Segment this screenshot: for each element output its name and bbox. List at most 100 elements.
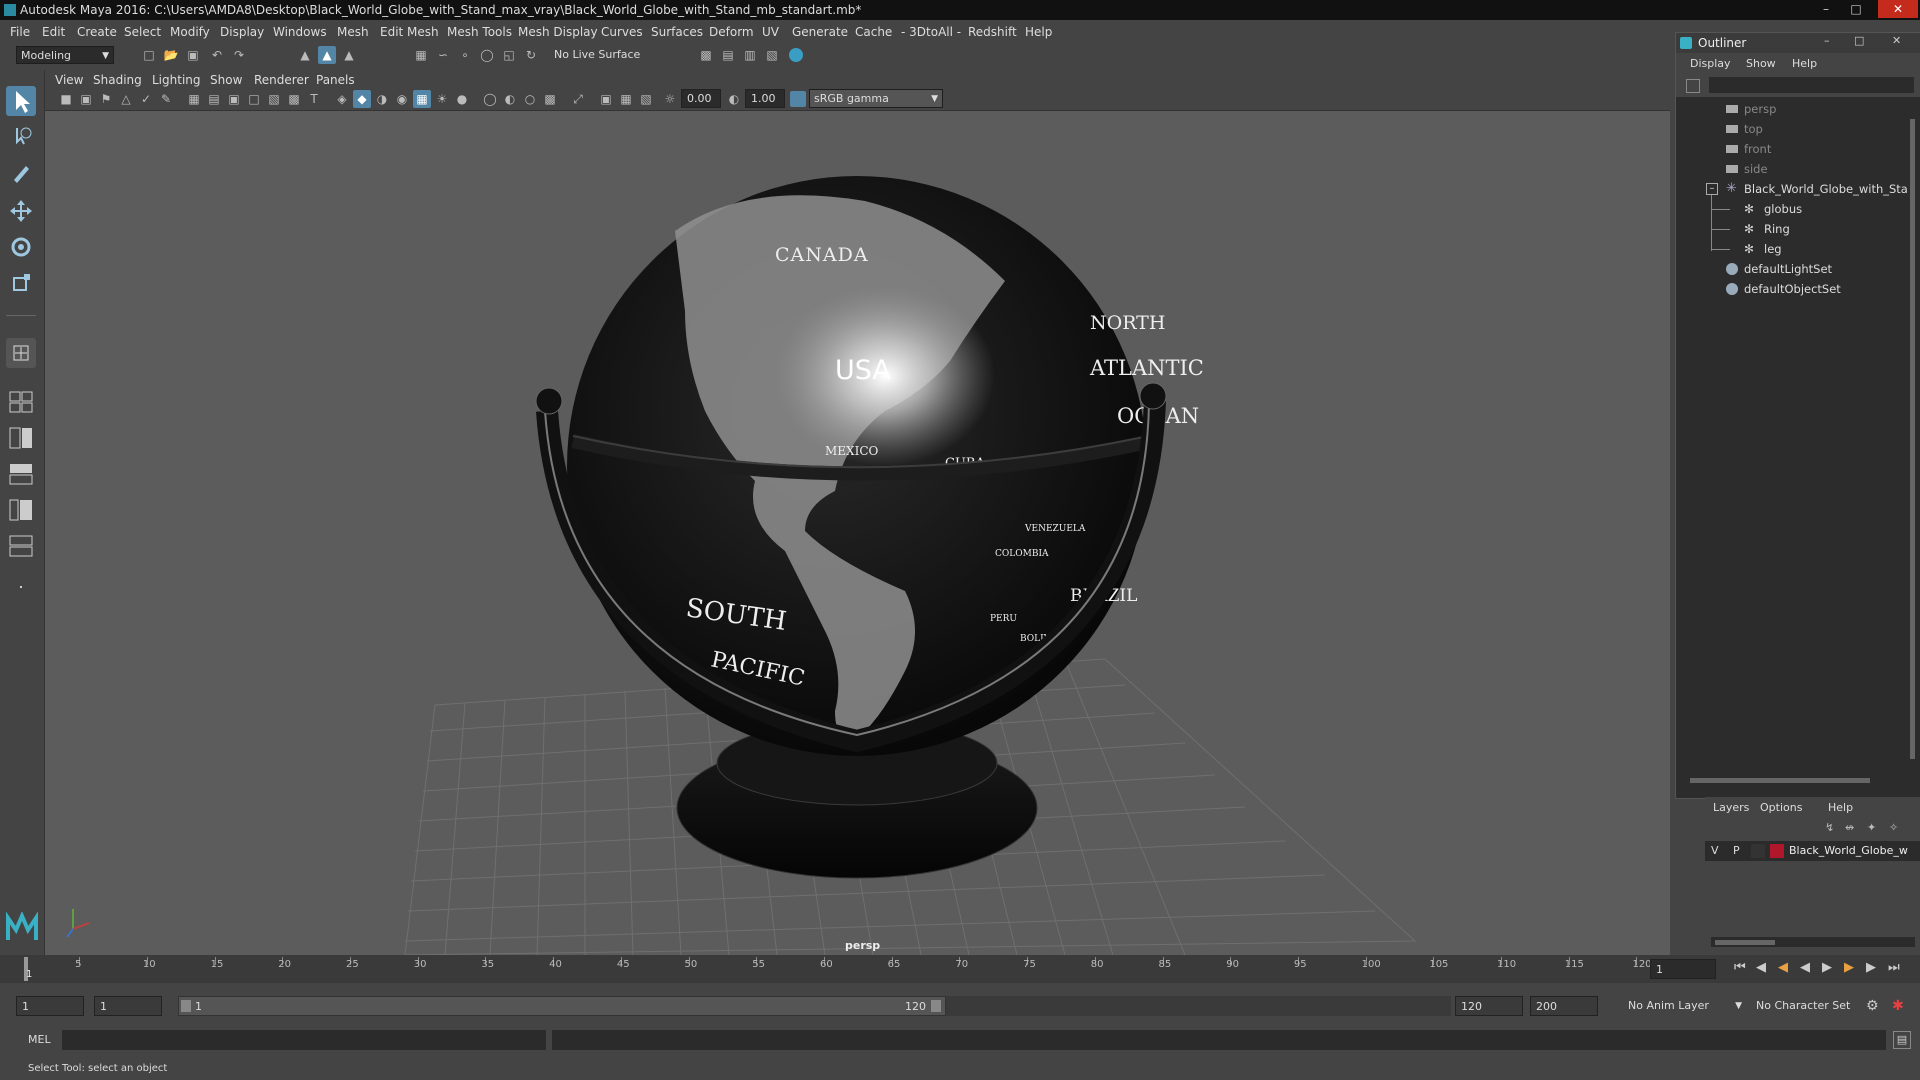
outliner-item-default-light-set[interactable]: defaultLightSet <box>1676 259 1920 279</box>
outliner-item-side[interactable]: side <box>1676 159 1920 179</box>
script-editor-icon[interactable]: ▤ <box>1893 1031 1911 1049</box>
menu-file[interactable]: File <box>10 25 30 39</box>
menu-uv[interactable]: UV <box>762 25 779 39</box>
paint-select-tool-icon[interactable] <box>6 158 36 188</box>
viewport-menu-show[interactable]: Show <box>210 73 242 87</box>
filter-icon[interactable] <box>1686 79 1700 93</box>
menu-redshift[interactable]: Redshift <box>968 25 1017 39</box>
field-chart-icon[interactable]: ▧ <box>265 90 283 108</box>
scrollbar-thumb[interactable] <box>1690 778 1870 783</box>
menu-windows[interactable]: Windows <box>273 25 327 39</box>
step-forward-frame-icon[interactable]: ▶ <box>1844 960 1854 975</box>
exposure-icon[interactable]: ☼ <box>661 90 679 108</box>
ipr-render-icon[interactable]: ▥ <box>741 46 759 64</box>
scene-end-field[interactable]: 200 <box>1530 996 1598 1016</box>
viewport-menu-renderer[interactable]: Renderer <box>254 73 309 87</box>
render-frame-icon[interactable]: ▤ <box>719 46 737 64</box>
menu-mesh[interactable]: Mesh <box>337 25 369 39</box>
select-object-icon[interactable]: ▲ <box>318 46 336 64</box>
camera-select-icon[interactable]: ■ <box>57 90 75 108</box>
undo-icon[interactable]: ↶ <box>208 46 226 64</box>
viewport-menu-panels[interactable]: Panels <box>316 73 355 87</box>
menu-create[interactable]: Create <box>77 25 117 39</box>
layout-stacked-icon[interactable] <box>6 460 36 488</box>
outliner-item-persp[interactable]: persp <box>1676 99 1920 119</box>
outliner-item-top[interactable]: top <box>1676 119 1920 139</box>
character-set-dropdown[interactable]: No Character Set <box>1752 997 1864 1015</box>
menu-surfaces[interactable]: Surfaces <box>651 25 703 39</box>
outliner-item-default-object-set[interactable]: defaultObjectSet <box>1676 279 1920 299</box>
scrollbar-thumb[interactable] <box>1910 119 1915 759</box>
outliner-menu-help[interactable]: Help <box>1792 57 1817 70</box>
viewport-menu-lighting[interactable]: Lighting <box>152 73 201 87</box>
backface-icon[interactable]: ▧ <box>637 90 655 108</box>
rotate-tool-icon[interactable] <box>6 232 36 262</box>
camera-attributes-icon[interactable]: ▣ <box>77 90 95 108</box>
layers-horizontal-scrollbar[interactable] <box>1711 937 1915 947</box>
gamma-field[interactable]: 1.00 <box>745 89 785 108</box>
new-scene-icon[interactable]: □ <box>140 46 158 64</box>
outliner-item-ring[interactable]: ✻ Ring <box>1676 219 1920 239</box>
move-tool-icon[interactable] <box>6 196 36 226</box>
scene-start-field[interactable]: 1 <box>16 996 84 1016</box>
snap-point-icon[interactable]: ∘ <box>456 46 474 64</box>
layer-reference-toggle[interactable] <box>1751 844 1765 858</box>
menu-mesh-tools[interactable]: Mesh Tools <box>447 25 512 39</box>
select-tool-icon[interactable] <box>6 86 36 116</box>
outliner-menu-show[interactable]: Show <box>1746 57 1776 70</box>
layout-more-icon[interactable] <box>6 576 36 598</box>
command-language-label[interactable]: MEL <box>28 1033 51 1046</box>
shadows-icon[interactable]: ● <box>453 90 471 108</box>
menu-3dtoall[interactable]: - 3DtoAll - <box>901 25 961 39</box>
redo-icon[interactable]: ↷ <box>230 46 248 64</box>
step-back-key-icon[interactable]: ◀ <box>1756 960 1766 975</box>
go-to-end-icon[interactable]: ⏭ <box>1888 960 1900 975</box>
outliner-horizontal-scrollbar[interactable] <box>1686 775 1908 785</box>
xray-joints-icon[interactable]: ▣ <box>597 90 615 108</box>
layout-outliner-icon[interactable] <box>6 496 36 524</box>
layer-color-swatch[interactable] <box>1770 844 1784 858</box>
xray-icon[interactable]: ▦ <box>413 90 431 108</box>
range-slider[interactable]: 1 120 <box>178 996 946 1016</box>
menu-cache[interactable]: Cache <box>855 25 892 39</box>
scene-3d[interactable]: CANADA USA MEXICO CUBA NORTH ATLANTIC OC… <box>45 111 1670 955</box>
outliner-minimize-icon[interactable]: – <box>1824 34 1830 47</box>
go-to-start-icon[interactable]: ⏮ <box>1734 960 1746 975</box>
layer-name[interactable]: Black_World_Globe_w <box>1789 844 1908 857</box>
layer-playback-toggle[interactable]: P <box>1733 844 1740 857</box>
range-handle-start[interactable] <box>181 1000 191 1012</box>
render-settings-icon[interactable]: ▩ <box>697 46 715 64</box>
layout-four-view-icon[interactable] <box>6 388 36 416</box>
render-view-icon[interactable]: ▧ <box>763 46 781 64</box>
outliner-maximize-icon[interactable]: □ <box>1854 34 1864 47</box>
bookmark-icon[interactable]: ⚑ <box>97 90 115 108</box>
outliner-menu-display[interactable]: Display <box>1690 57 1731 70</box>
play-backward-icon[interactable]: ◀ <box>1800 960 1810 975</box>
outliner-item-group[interactable]: – ✳ Black_World_Globe_with_Stan <box>1676 179 1920 199</box>
menu-edit[interactable]: Edit <box>42 25 65 39</box>
smooth-shade-icon[interactable]: ◆ <box>353 90 371 108</box>
preferences-icon[interactable]: ✱ <box>1892 998 1904 1014</box>
outliner-item-globus[interactable]: ✻ globus <box>1676 199 1920 219</box>
two-d-pan-icon[interactable]: ✓ <box>137 90 155 108</box>
xray-active-icon[interactable]: ▦ <box>617 90 635 108</box>
menu-display[interactable]: Display <box>220 25 264 39</box>
menu-deform[interactable]: Deform <box>709 25 754 39</box>
new-layer-icon[interactable]: ✦ <box>1867 821 1876 834</box>
new-layer-selected-icon[interactable]: ✧ <box>1889 821 1898 834</box>
outliner-close-icon[interactable]: ✕ <box>1892 34 1901 47</box>
grease-pencil-icon[interactable]: ✎ <box>157 90 175 108</box>
viewport-menu-shading[interactable]: Shading <box>93 73 142 87</box>
play-forward-icon[interactable]: ▶ <box>1822 960 1832 975</box>
color-management-icon[interactable] <box>790 91 806 107</box>
command-input[interactable] <box>62 1030 546 1050</box>
isolate-select-icon[interactable]: ⤢ <box>569 90 587 108</box>
maximize-icon[interactable]: □ <box>1842 0 1870 18</box>
anim-layer-dropdown[interactable]: No Anim Layer ▼ <box>1624 997 1746 1015</box>
menu-help[interactable]: Help <box>1025 25 1052 39</box>
menu-generate[interactable]: Generate <box>792 25 848 39</box>
save-scene-icon[interactable]: ▣ <box>184 46 202 64</box>
move-layer-up-icon[interactable]: ↯ <box>1825 821 1834 834</box>
outliner-item-leg[interactable]: ✻ leg <box>1676 239 1920 259</box>
screen-space-ao-icon[interactable]: ◯ <box>481 90 499 108</box>
